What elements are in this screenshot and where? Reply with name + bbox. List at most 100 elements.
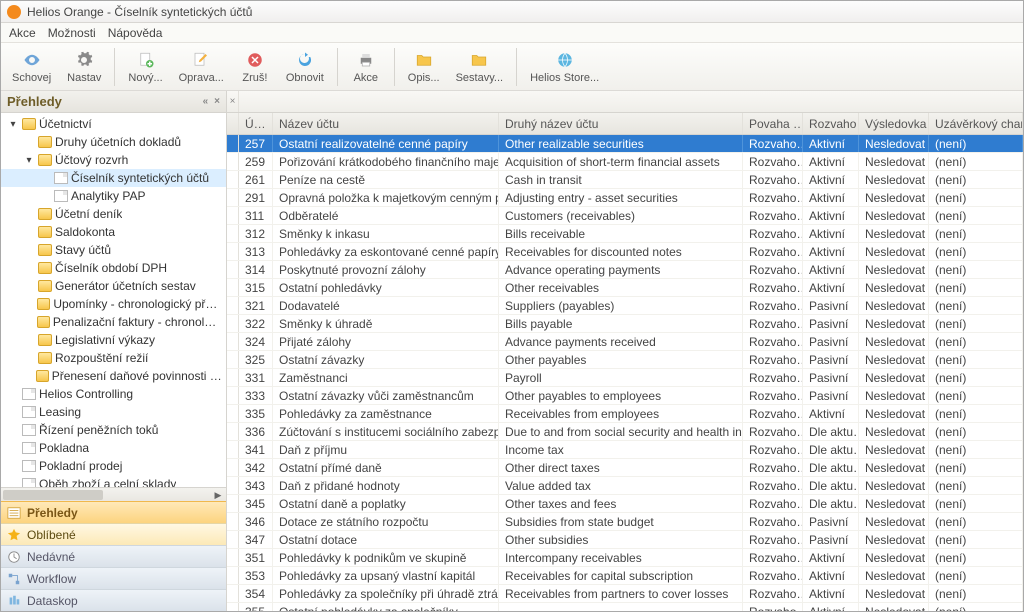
tree-item[interactable]: Rozpouštění režií	[1, 349, 226, 367]
toolbar-nov-[interactable]: Nový...	[121, 47, 169, 87]
table-row[interactable]: 343Daň z přidané hodnotyValue added taxR…	[227, 477, 1023, 495]
tree-hscrollbar[interactable]: ▶	[1, 487, 226, 501]
column-header[interactable]: Povaha …	[743, 113, 803, 134]
tree-item[interactable]: Analytiky PAP	[1, 187, 226, 205]
tree-item[interactable]: Účetní deník	[1, 205, 226, 223]
toolbar-zru-[interactable]: Zruš!	[233, 47, 277, 87]
nav-bar-workflow[interactable]: Workflow	[1, 567, 226, 589]
nav-bar-nedávné[interactable]: Nedávné	[1, 545, 226, 567]
collapse-icon[interactable]: «	[203, 96, 209, 107]
toolbar-opis-[interactable]: Opis...	[401, 47, 447, 87]
scrollbar-thumb[interactable]	[3, 490, 103, 500]
table-row[interactable]: 311OdběrateléCustomers (receivables)Rozv…	[227, 207, 1023, 225]
tree-item[interactable]: Řízení peněžních toků	[1, 421, 226, 439]
table-row[interactable]: 351Pohledávky k podnikům ve skupiněInter…	[227, 549, 1023, 567]
tree-expander-icon[interactable]: ▾	[23, 155, 35, 166]
menu-moznosti[interactable]: Možnosti	[48, 26, 96, 40]
cell-roz: Aktivní	[803, 603, 859, 611]
column-header[interactable]: Název účtu	[273, 113, 499, 134]
table-row[interactable]: 325Ostatní závazkyOther payablesRozvaho……	[227, 351, 1023, 369]
table-row[interactable]: 354Pohledávky za společníky při úhradě z…	[227, 585, 1023, 603]
tree-label: Číselník období DPH	[55, 261, 167, 275]
scrollbar-arrow-right[interactable]: ▶	[212, 490, 224, 500]
nav-bar-oblíbené[interactable]: Oblíbené	[1, 523, 226, 545]
cell-uz: (není)	[929, 189, 1023, 206]
table-row[interactable]: 347Ostatní dotaceOther subsidiesRozvaho……	[227, 531, 1023, 549]
table-row[interactable]: 261Peníze na cestěCash in transitRozvaho…	[227, 171, 1023, 189]
cell-n2: Bills payable	[499, 315, 743, 332]
tree-item[interactable]: Oběh zboží a celní sklady	[1, 475, 226, 487]
cell-num: 333	[239, 387, 273, 404]
toolbar-nastav[interactable]: Nastav	[60, 47, 108, 87]
folder-icon	[38, 136, 52, 148]
tree-item[interactable]: Saldokonta	[1, 223, 226, 241]
toolbar-helios-store-[interactable]: Helios Store...	[523, 47, 606, 87]
cell-uz: (není)	[929, 261, 1023, 278]
toolbar-oprava-[interactable]: Oprava...	[172, 47, 231, 87]
tree-item[interactable]: Penalizační faktury - chronologický	[1, 313, 226, 331]
cell-vys: Nesledovat	[859, 171, 929, 188]
table-row[interactable]: 341Daň z příjmuIncome taxRozvaho…Dle akt…	[227, 441, 1023, 459]
toolbar-akce[interactable]: Akce	[344, 47, 388, 87]
filter-expand-icon[interactable]: ×	[227, 91, 239, 112]
tree-label: Upomínky - chronologický přehled	[53, 297, 222, 311]
tree-item[interactable]: Číselník syntetických účtů	[1, 169, 226, 187]
tree-item[interactable]: Druhy účetních dokladů	[1, 133, 226, 151]
table-row[interactable]: 335Pohledávky za zaměstnanceReceivables …	[227, 405, 1023, 423]
tree-item[interactable]: Legislativní výkazy	[1, 331, 226, 349]
column-header[interactable]: Uzávěrkový charakter	[929, 113, 1023, 134]
cell-n2: Other subsidies	[499, 531, 743, 548]
table-row[interactable]: 315Ostatní pohledávkyOther receivablesRo…	[227, 279, 1023, 297]
tree-item[interactable]: ▾Účtový rozvrh	[1, 151, 226, 169]
tree-item[interactable]: Pokladní prodej	[1, 457, 226, 475]
table-row[interactable]: 314Poskytnuté provozní zálohyAdvance ope…	[227, 261, 1023, 279]
tree-item[interactable]: Pokladna	[1, 439, 226, 457]
table-row[interactable]: 312Směnky k inkasuBills receivableRozvah…	[227, 225, 1023, 243]
table-row[interactable]: 322Směnky k úhraděBills payableRozvaho…P…	[227, 315, 1023, 333]
table-row[interactable]: 342Ostatní přímé daněOther direct taxesR…	[227, 459, 1023, 477]
cell-roz: Dle aktu…	[803, 459, 859, 476]
table-row[interactable]: 313Pohledávky za eskontované cenné papír…	[227, 243, 1023, 261]
column-header[interactable]: Druhý název účtu	[499, 113, 743, 134]
tree-item[interactable]: Stavy účtů	[1, 241, 226, 259]
tree-item[interactable]: Leasing	[1, 403, 226, 421]
tree-item[interactable]: Číselník období DPH	[1, 259, 226, 277]
table-row[interactable]: 331ZaměstnanciPayrollRozvaho…PasivníNesl…	[227, 369, 1023, 387]
cell-n1: Přijaté zálohy	[273, 333, 499, 350]
nav-bar-přehledy[interactable]: Přehledy	[1, 501, 226, 523]
table-row[interactable]: 336Zúčtování s institucemi sociálního za…	[227, 423, 1023, 441]
column-header[interactable]: Ú…	[239, 113, 273, 134]
column-header[interactable]: Rozvaho…	[803, 113, 859, 134]
tree[interactable]: ▾ÚčetnictvíDruhy účetních dokladů▾Účtový…	[1, 113, 226, 487]
toolbar-label: Akce	[354, 72, 378, 84]
table-row[interactable]: 333Ostatní závazky vůči zaměstnancůmOthe…	[227, 387, 1023, 405]
cell-n2	[499, 603, 743, 611]
close-icon[interactable]: ×	[214, 96, 220, 107]
table-row[interactable]: 259Pořizování krátkodobého finančního ma…	[227, 153, 1023, 171]
toolbar-schovej[interactable]: Schovej	[5, 47, 58, 87]
tree-item[interactable]: Generátor účetních sestav	[1, 277, 226, 295]
menu-akce[interactable]: Akce	[9, 26, 36, 40]
grid-body[interactable]: ▶257Ostatní realizovatelné cenné papíryO…	[227, 135, 1023, 611]
table-row[interactable]: 355Ostatní pohledávky za společníkyRozva…	[227, 603, 1023, 611]
menu-napoveda[interactable]: Nápověda	[108, 26, 163, 40]
table-row[interactable]: 321DodavateléSuppliers (payables)Rozvaho…	[227, 297, 1023, 315]
column-header[interactable]: Výsledovka…	[859, 113, 929, 134]
tree-expander-icon[interactable]: ▾	[7, 119, 19, 130]
table-row[interactable]: 324Přijaté zálohyAdvance payments receiv…	[227, 333, 1023, 351]
tree-item[interactable]: Přenesení daňové povinnosti - hlavní	[1, 367, 226, 385]
toolbar-sestavy-[interactable]: Sestavy...	[449, 47, 510, 87]
tree-item[interactable]: Helios Controlling	[1, 385, 226, 403]
tree-item[interactable]: ▾Účetnictví	[1, 115, 226, 133]
table-row[interactable]: 346Dotace ze státního rozpočtuSubsidies …	[227, 513, 1023, 531]
tree-item[interactable]: Upomínky - chronologický přehled	[1, 295, 226, 313]
filter-input[interactable]	[241, 93, 1021, 111]
table-row[interactable]: 353Pohledávky za upsaný vlastní kapitálR…	[227, 567, 1023, 585]
toolbar-obnovit[interactable]: Obnovit	[279, 47, 331, 87]
nav-bar-dataskop[interactable]: Dataskop	[1, 589, 226, 611]
table-row[interactable]: ▶257Ostatní realizovatelné cenné papíryO…	[227, 135, 1023, 153]
table-row[interactable]: 291Opravná položka k majetkovým cenným p…	[227, 189, 1023, 207]
table-row[interactable]: 345Ostatní daně a poplatkyOther taxes an…	[227, 495, 1023, 513]
page-icon	[22, 406, 36, 418]
cell-uz: (není)	[929, 333, 1023, 350]
